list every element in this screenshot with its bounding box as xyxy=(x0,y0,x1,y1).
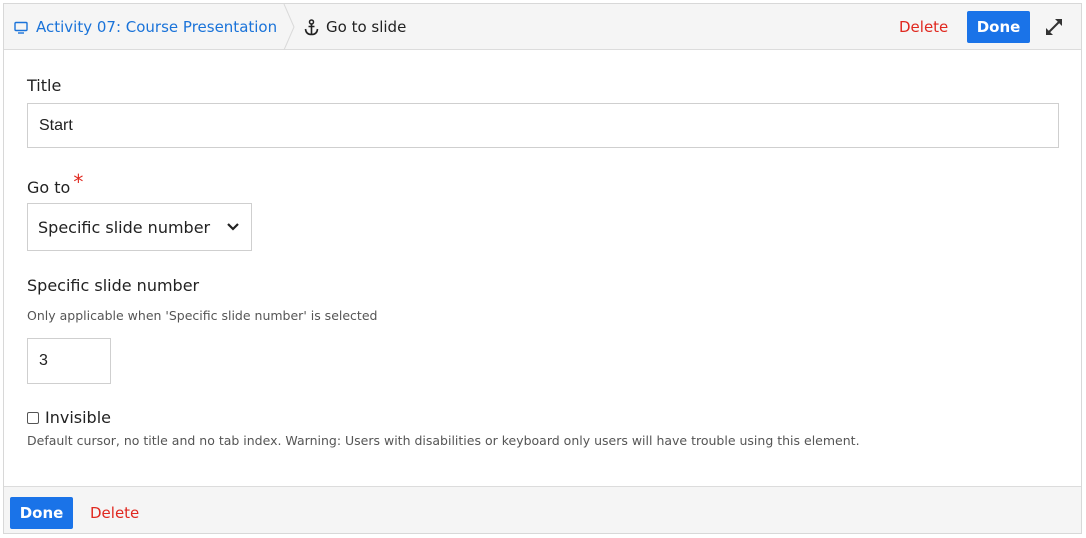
required-marker: * xyxy=(73,170,84,194)
monitor-icon xyxy=(14,21,28,34)
header-done-button[interactable]: Done xyxy=(967,11,1030,43)
goto-select[interactable]: Specific slide number xyxy=(27,203,252,251)
breadcrumb-separator xyxy=(283,4,295,50)
chevron-down-icon xyxy=(227,223,239,231)
goto-selected-value: Specific slide number xyxy=(38,217,211,237)
invisible-option: Invisible xyxy=(27,408,111,427)
breadcrumb-current: Go to slide xyxy=(304,4,406,50)
dialog-header: Activity 07: Course Presentation Go to s… xyxy=(4,4,1081,50)
editor-dialog: Activity 07: Course Presentation Go to s… xyxy=(3,3,1082,534)
invisible-label: Invisible xyxy=(45,408,111,427)
slide-number-input[interactable] xyxy=(27,338,111,384)
breadcrumb-parent-label: Activity 07: Course Presentation xyxy=(36,18,278,36)
footer-delete-button[interactable]: Delete xyxy=(90,502,139,524)
invisible-description: Default cursor, no title and no tab inde… xyxy=(27,433,860,448)
anchor-icon xyxy=(304,18,319,36)
goto-label: Go to * xyxy=(27,170,83,198)
slide-number-description: Only applicable when 'Specific slide num… xyxy=(27,308,378,323)
title-label: Title xyxy=(27,76,62,95)
invisible-checkbox[interactable] xyxy=(27,411,39,424)
dialog-footer: Done Delete xyxy=(4,486,1081,533)
breadcrumb-current-label: Go to slide xyxy=(326,18,407,36)
footer-done-button[interactable]: Done xyxy=(10,497,73,529)
slide-number-label: Specific slide number xyxy=(27,276,200,295)
title-input[interactable] xyxy=(27,103,1059,148)
expand-icon[interactable] xyxy=(1043,16,1065,38)
goto-label-text: Go to xyxy=(27,178,71,197)
header-delete-button[interactable]: Delete xyxy=(899,16,948,38)
breadcrumb-parent[interactable]: Activity 07: Course Presentation xyxy=(4,4,290,50)
